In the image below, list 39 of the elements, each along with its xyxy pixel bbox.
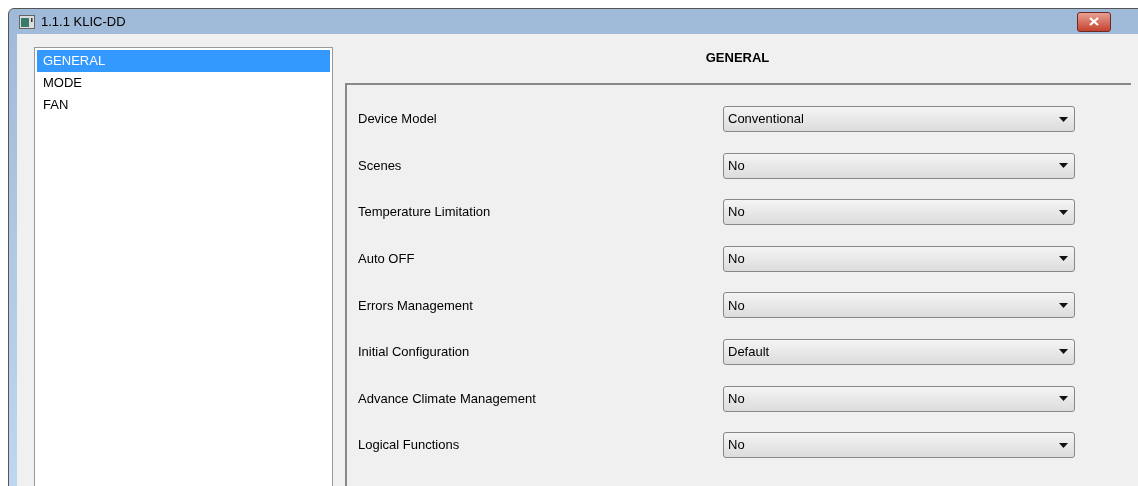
- section-list-item[interactable]: FAN: [37, 94, 330, 116]
- dropdown-value: No: [728, 203, 746, 222]
- caret-icon: [1059, 163, 1068, 169]
- caret-icon: [1059, 442, 1068, 448]
- dropdown[interactable]: No: [723, 152, 1075, 179]
- dropdown-value: No: [728, 156, 746, 175]
- parameter-label: Device Model: [357, 110, 438, 129]
- parameter-label: Temperature Limitation: [357, 203, 492, 222]
- dropdown[interactable]: No: [723, 292, 1075, 319]
- dropdown[interactable]: No: [723, 385, 1075, 412]
- close-icon: [1089, 17, 1099, 26]
- close-button[interactable]: [1077, 11, 1111, 32]
- dropdown-value: Conventional: [728, 110, 805, 129]
- parameter-label: Initial Configuration: [357, 343, 471, 362]
- dropdown-value: No: [728, 389, 746, 408]
- caret-icon: [1059, 209, 1068, 215]
- parameter-label: Logical Functions: [357, 436, 461, 455]
- dropdown[interactable]: No: [723, 245, 1075, 272]
- parameter-label: Advance Climate Management: [357, 389, 537, 408]
- parameter-label: Scenes: [357, 156, 403, 175]
- caret-icon: [1059, 116, 1068, 122]
- caret-icon: [1059, 302, 1068, 308]
- app-icon: [19, 14, 35, 29]
- dropdown[interactable]: Conventional: [723, 106, 1075, 132]
- dropdown[interactable]: No: [723, 199, 1075, 226]
- panel-title: GENERAL: [704, 49, 771, 67]
- dropdown-value: No: [728, 436, 746, 455]
- window-title: 1.1.1 KLIC-DD: [41, 12, 126, 31]
- section-list-item[interactable]: MODE: [37, 72, 330, 94]
- dropdown-value: Default: [728, 343, 771, 362]
- dropdown[interactable]: Default: [723, 338, 1075, 365]
- caret-icon: [1059, 396, 1068, 402]
- caret-icon: [1059, 256, 1068, 262]
- caret-icon: [1059, 349, 1068, 355]
- parameter-label: Errors Management: [357, 296, 474, 315]
- parameter-label: Auto OFF: [357, 250, 416, 269]
- dropdown[interactable]: No: [723, 432, 1075, 459]
- dropdown-value: No: [728, 296, 746, 315]
- dropdown-value: No: [728, 250, 746, 269]
